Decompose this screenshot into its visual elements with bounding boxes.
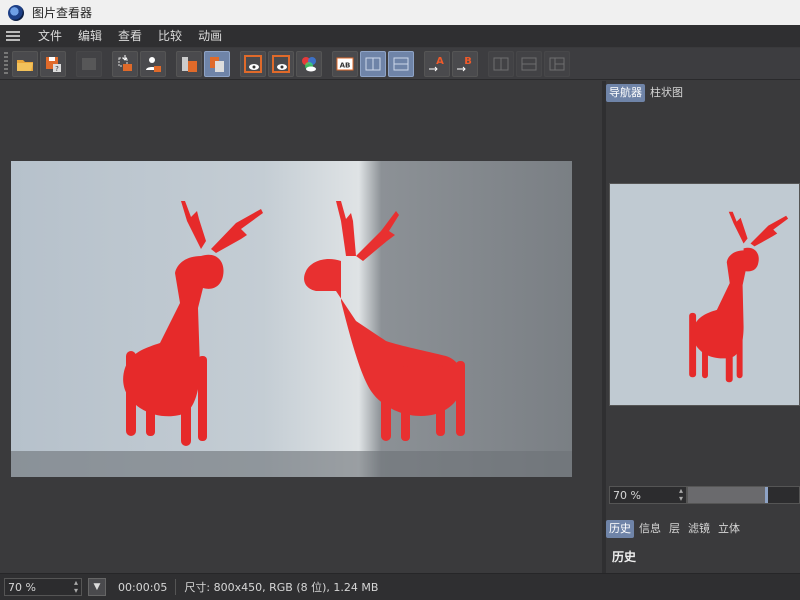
- layout-2-button[interactable]: [516, 50, 542, 77]
- arrow-b-icon: B: [457, 56, 472, 71]
- delete-button[interactable]: [176, 50, 202, 77]
- ab-icon: AB: [336, 57, 354, 70]
- layout-3-button[interactable]: [544, 50, 570, 77]
- info-tabs: 历史 信息 层 滤镜 立体: [606, 520, 745, 538]
- tab-navigator[interactable]: 导航器: [606, 84, 645, 102]
- render-icon: [82, 57, 96, 70]
- spinner-icon[interactable]: ▴ ▾: [74, 579, 78, 595]
- eye-icon: [272, 54, 290, 73]
- view-b-button[interactable]: [268, 50, 294, 77]
- navigator-canvas: [610, 184, 799, 405]
- menu-edit[interactable]: 编辑: [70, 25, 110, 47]
- toolbar-grip[interactable]: [4, 51, 8, 76]
- delete-icon: [182, 56, 197, 72]
- hamburger-menu-icon[interactable]: [6, 31, 20, 41]
- menu-view[interactable]: 查看: [110, 25, 150, 47]
- side-panel: 导航器 柱状图 70 % ▴ ▾ 历史 信息 层 滤镜 立体 历史: [606, 81, 800, 573]
- navigator-thumbnail[interactable]: [609, 183, 800, 406]
- svg-text:B: B: [464, 56, 472, 67]
- spinner-icon[interactable]: ▴ ▾: [679, 487, 683, 503]
- status-bar: 70 % ▴ ▾ ▼ 00:00:05 尺寸: 800x450, RGB (8 位…: [0, 573, 800, 600]
- navigator-zoom-value: 70 %: [613, 488, 641, 502]
- menu-compare[interactable]: 比较: [150, 25, 190, 47]
- history-heading: 历史: [612, 550, 637, 564]
- svg-text:?: ?: [55, 65, 59, 73]
- color-compare-icon: [302, 56, 316, 71]
- zoom-slider-fill: [688, 487, 766, 503]
- tab-stereo[interactable]: 立体: [715, 520, 743, 538]
- tab-histogram[interactable]: 柱状图: [647, 84, 686, 102]
- save-icon: ?: [46, 56, 61, 73]
- open-file-button[interactable]: [12, 50, 38, 77]
- svg-text:A: A: [436, 56, 444, 67]
- status-separator: [175, 579, 177, 595]
- title-bar: 图片查看器: [0, 0, 800, 25]
- split-icon: [393, 57, 409, 70]
- arrow-a-icon: A: [429, 56, 444, 71]
- zoom-slider-track: [767, 487, 799, 503]
- export-icon: [118, 54, 132, 71]
- split-right-button[interactable]: [388, 50, 414, 77]
- status-zoom-field[interactable]: 70 % ▴ ▾: [4, 578, 82, 596]
- layout-icon: [521, 57, 537, 70]
- menu-animation[interactable]: 动画: [190, 25, 230, 47]
- open-folder-icon: [17, 59, 33, 71]
- tab-history[interactable]: 历史: [606, 520, 634, 538]
- menu-bar: 文件 编辑 查看 比较 动画: [0, 25, 800, 47]
- image-info: 尺寸: 800x450, RGB (8 位), 1.24 MB: [184, 581, 379, 594]
- tab-layers[interactable]: 层: [666, 520, 683, 538]
- copy-icon: [210, 56, 224, 72]
- export-button[interactable]: [112, 50, 138, 77]
- save-button[interactable]: ?: [40, 50, 66, 77]
- eye-icon: [244, 54, 262, 73]
- image-canvas: [11, 161, 572, 477]
- app-logo-icon: [8, 4, 24, 21]
- toolbar: ? AB A B: [0, 48, 800, 80]
- split-left-button[interactable]: [360, 50, 386, 77]
- navigator-zoom-field[interactable]: 70 % ▴ ▾: [609, 486, 687, 504]
- menu-file[interactable]: 文件: [30, 25, 70, 47]
- set-a-button[interactable]: A: [424, 50, 450, 77]
- import-button[interactable]: [140, 50, 166, 77]
- svg-text:AB: AB: [340, 61, 351, 69]
- navigator-zoom-control: 70 % ▴ ▾: [609, 486, 800, 504]
- split-icon: [365, 57, 381, 70]
- chevron-down-icon: ▼: [93, 582, 101, 592]
- tab-filters[interactable]: 滤镜: [685, 520, 713, 538]
- import-icon: [146, 56, 161, 72]
- navigator-zoom-slider[interactable]: [687, 486, 800, 504]
- compare-ab-button[interactable]: AB: [332, 50, 358, 77]
- main-image[interactable]: [11, 161, 572, 477]
- tab-info[interactable]: 信息: [636, 520, 664, 538]
- render-time: 00:00:05: [118, 580, 168, 594]
- view-a-button[interactable]: [240, 50, 266, 77]
- window-title: 图片查看器: [32, 6, 93, 20]
- copy-button[interactable]: [204, 50, 230, 77]
- zoom-dropdown-button[interactable]: ▼: [88, 578, 106, 596]
- view-compare-button[interactable]: [296, 50, 322, 77]
- layout-icon: [549, 57, 565, 70]
- render-button[interactable]: [76, 50, 102, 77]
- set-b-button[interactable]: B: [452, 50, 478, 77]
- image-viewport[interactable]: [0, 81, 602, 573]
- layout-1-button[interactable]: [488, 50, 514, 77]
- layout-icon: [493, 57, 509, 70]
- navigator-tabs: 导航器 柱状图: [606, 84, 688, 102]
- status-zoom-value: 70 %: [8, 580, 36, 594]
